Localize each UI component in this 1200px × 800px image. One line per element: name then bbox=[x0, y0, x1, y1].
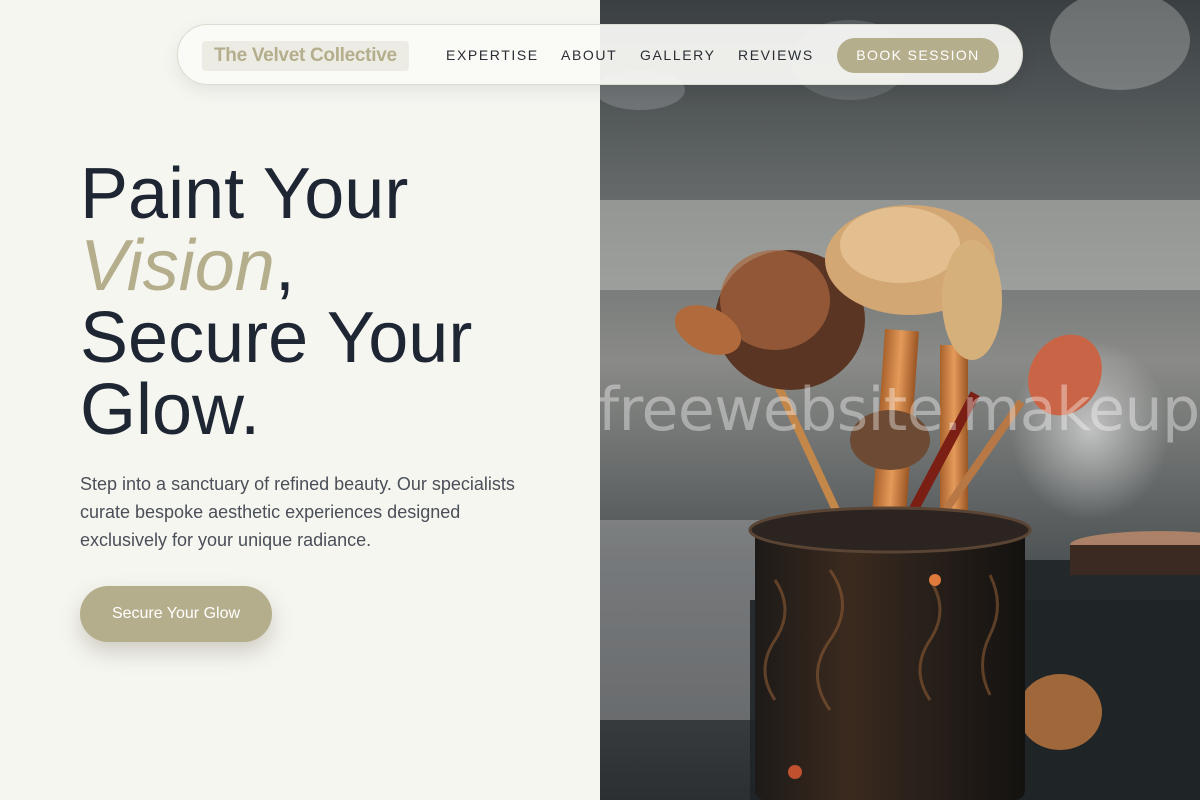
nav-link-about[interactable]: ABOUT bbox=[561, 44, 617, 66]
secure-glow-button[interactable]: Secure Your Glow bbox=[80, 586, 272, 642]
headline-line-4: Glow. bbox=[80, 370, 261, 450]
top-navigation: The Velvet Collective EXPERTISE ABOUT GA… bbox=[177, 24, 1023, 85]
headline-line-1: Paint Your bbox=[80, 154, 409, 234]
nav-link-gallery[interactable]: GALLERY bbox=[640, 44, 716, 66]
nav-link-reviews[interactable]: REVIEWS bbox=[738, 44, 814, 66]
hero-headline: Paint Your Vision, Secure Your Glow. bbox=[80, 158, 580, 446]
book-session-button[interactable]: BOOK SESSION bbox=[837, 38, 999, 73]
hero-description: Step into a sanctuary of refined beauty.… bbox=[80, 474, 515, 550]
brand-logo[interactable]: The Velvet Collective bbox=[202, 41, 409, 71]
image-watermark: freewebsite.makeup bbox=[600, 375, 1200, 445]
hero-image: freewebsite.makeup bbox=[600, 0, 1200, 800]
nav-link-expertise[interactable]: EXPERTISE bbox=[446, 44, 539, 66]
headline-line-3: Secure Your bbox=[80, 298, 473, 378]
headline-accent-suffix: , bbox=[274, 226, 295, 306]
headline-accent: Vision bbox=[80, 226, 275, 306]
